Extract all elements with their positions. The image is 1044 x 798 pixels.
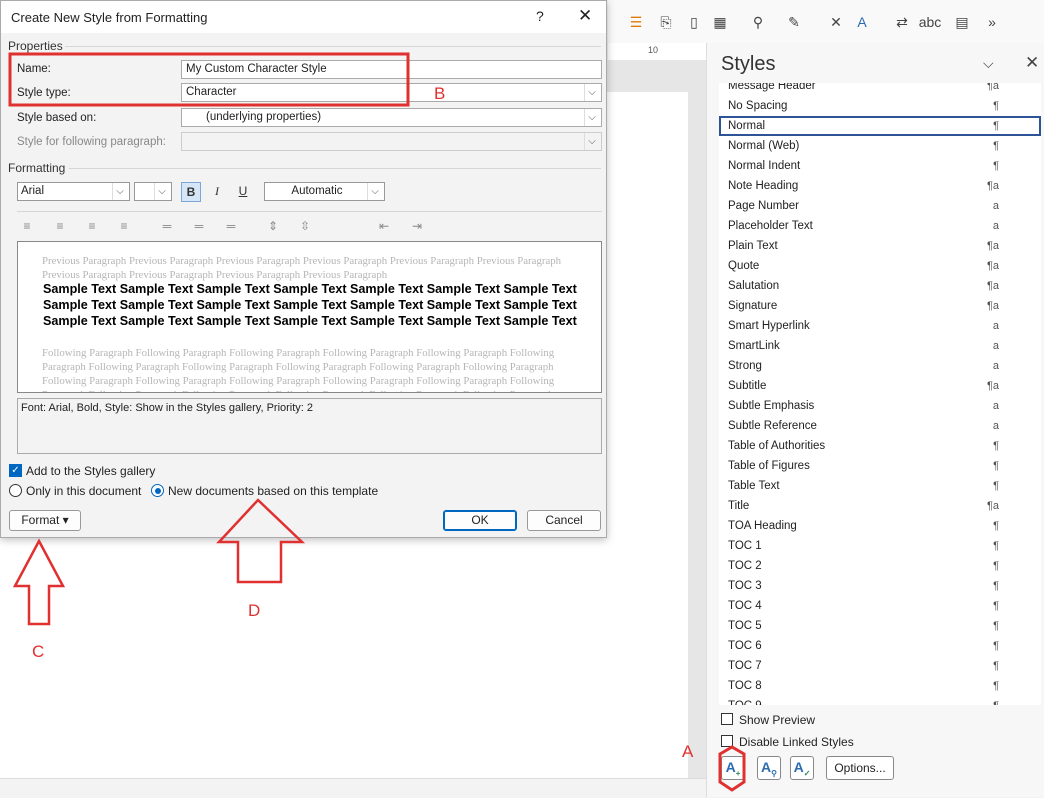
annotation-hexagon-a	[718, 745, 746, 792]
annotation-label-d: D	[248, 601, 261, 620]
annotation-arrow-c	[12, 538, 66, 626]
annotation-label-a: A	[682, 742, 694, 761]
annotation-box-b	[8, 52, 410, 107]
annotation-overlay	[8, 52, 746, 792]
annotation-label-c: C	[32, 642, 45, 661]
annotation-label-b: B	[434, 84, 446, 103]
annotation-arrow-d	[216, 498, 306, 584]
